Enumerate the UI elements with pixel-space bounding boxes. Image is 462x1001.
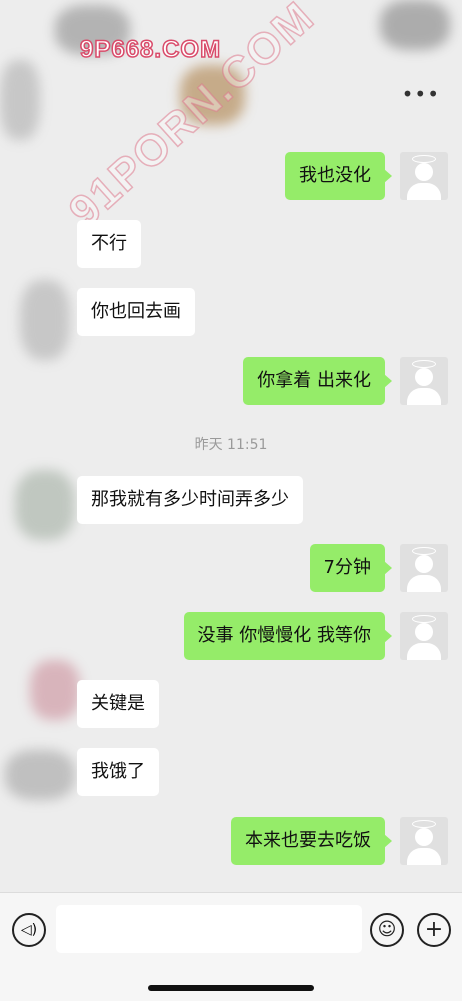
avatar[interactable] bbox=[400, 357, 448, 405]
message-bubble-outgoing[interactable]: 没事 你慢慢化 我等你 bbox=[183, 612, 393, 660]
message-row: 不行 bbox=[0, 220, 462, 270]
watermark-top: 9P668.COM bbox=[79, 35, 222, 64]
message-bubble-outgoing[interactable]: 本来也要去吃饭 bbox=[231, 817, 392, 865]
message-bubble-outgoing[interactable]: 我也没化 bbox=[285, 152, 392, 200]
avatar[interactable] bbox=[400, 152, 448, 200]
home-indicator bbox=[148, 985, 314, 991]
message-bubble-incoming[interactable]: 我饿了 bbox=[77, 748, 159, 796]
message-row: 那我就有多少时间弄多少 bbox=[0, 476, 462, 526]
ellipsis-icon[interactable]: ••• bbox=[402, 82, 440, 106]
avatar[interactable] bbox=[400, 544, 448, 592]
plus-circle-icon[interactable]: + bbox=[417, 913, 451, 947]
message-row: 本来也要去吃饭 bbox=[0, 817, 462, 867]
avatar[interactable] bbox=[400, 817, 448, 865]
message-bubble-outgoing[interactable]: 你拿着 出来化 bbox=[243, 357, 392, 405]
message-bubble-incoming[interactable]: 那我就有多少时间弄多少 bbox=[77, 476, 303, 524]
emoji-icon[interactable]: ☺ bbox=[370, 913, 404, 947]
avatar[interactable] bbox=[400, 612, 448, 660]
message-row: 你也回去画 bbox=[0, 288, 462, 338]
message-row: 7分钟 bbox=[0, 544, 462, 594]
message-row: 关键是 bbox=[0, 680, 462, 730]
message-row: 我饿了 bbox=[0, 748, 462, 798]
message-bubble-outgoing[interactable]: 7分钟 bbox=[309, 544, 393, 592]
voice-icon[interactable]: ◁) bbox=[12, 913, 46, 947]
message-row: 没事 你慢慢化 我等你 bbox=[0, 612, 462, 662]
message-bubble-incoming[interactable]: 你也回去画 bbox=[77, 288, 195, 336]
message-timestamp: 昨天 11:51 bbox=[194, 437, 268, 453]
message-bubble-incoming[interactable]: 关键是 bbox=[77, 680, 159, 728]
message-bubble-incoming[interactable]: 不行 bbox=[77, 220, 141, 268]
message-row: 我也没化 bbox=[0, 152, 462, 202]
background-sketch bbox=[0, 60, 40, 140]
message-row: 你拿着 出来化 bbox=[0, 357, 462, 407]
message-input[interactable] bbox=[56, 905, 362, 953]
background-sketch bbox=[380, 0, 450, 50]
